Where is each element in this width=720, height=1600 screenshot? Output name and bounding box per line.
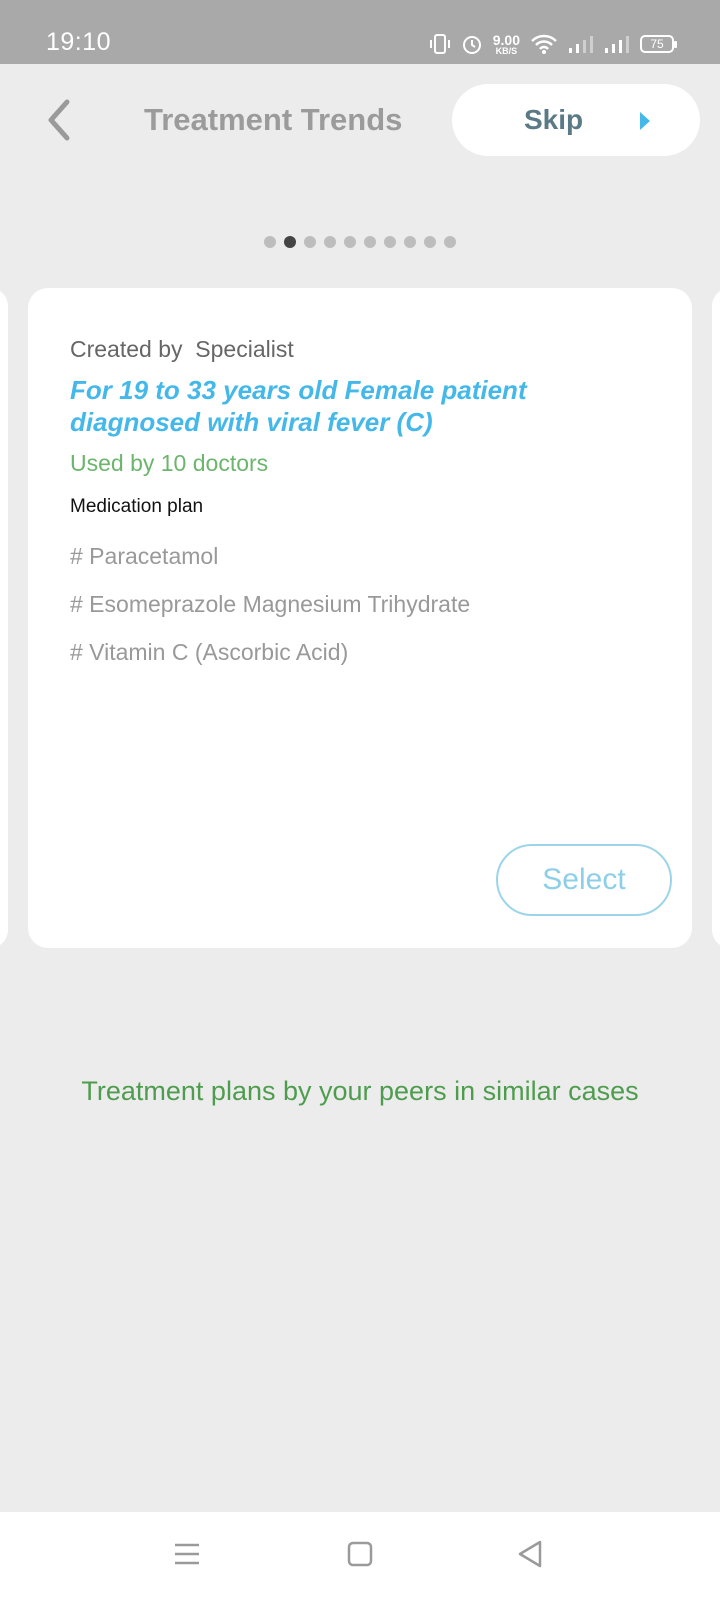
pagination-dots [264, 236, 456, 248]
page-dot[interactable] [384, 236, 396, 248]
alarm-icon [461, 33, 483, 55]
medication-item: # Paracetamol [70, 543, 219, 569]
page-dot[interactable] [364, 236, 376, 248]
battery-level: 75 [650, 37, 664, 51]
nav-back-button[interactable] [508, 1534, 552, 1578]
network-speed-unit: KB/S [495, 45, 518, 56]
wifi-icon [530, 33, 558, 55]
vibrate-icon [429, 33, 451, 55]
triangle-back-icon [516, 1539, 544, 1574]
medication-item: # Esomeprazole Magnesium Trihydrate [70, 591, 471, 617]
back-button[interactable] [32, 96, 84, 148]
network-speed: 9.00 KB/S [493, 33, 520, 56]
page-dot[interactable] [304, 236, 316, 248]
carousel-caption: Treatment plans by your peers in similar… [81, 1076, 639, 1106]
caret-right-icon [638, 110, 652, 137]
status-time: 19:10 [46, 28, 112, 56]
treatment-plan-card: Created by Specialist For 19 to 33 years… [28, 288, 692, 948]
signal-icon-2 [604, 34, 630, 54]
system-navigation-bar [0, 1512, 720, 1600]
page-dot-active[interactable] [284, 236, 296, 248]
menu-icon [173, 1541, 201, 1572]
nav-menu-button[interactable] [165, 1534, 209, 1578]
status-icons: 9.00 KB/S 75 [429, 30, 677, 58]
page-dot[interactable] [444, 236, 456, 248]
page-dot[interactable] [344, 236, 356, 248]
status-bar: 19:10 9.00 KB/S 75 [0, 0, 720, 64]
page-dot[interactable] [264, 236, 276, 248]
select-button[interactable]: Select [496, 844, 672, 916]
network-speed-value: 9.00 [492, 31, 520, 48]
medication-item: # Vitamin C (Ascorbic Acid) [70, 639, 349, 665]
page-title: Treatment Trends [144, 102, 403, 137]
next-card-peek[interactable] [712, 288, 720, 948]
signal-icon [568, 34, 594, 54]
square-home-icon [346, 1540, 374, 1573]
skip-label: Skip [524, 104, 584, 135]
medication-list: # Paracetamol # Esomeprazole Magnesium T… [70, 542, 470, 686]
treatment-trends-screen: 19:10 9.00 KB/S 75 Treatment Trends Skip… [0, 0, 720, 1600]
battery-indicator: 75 [640, 35, 677, 53]
page-dot[interactable] [424, 236, 436, 248]
page-dot[interactable] [404, 236, 416, 248]
created-by-label: Created by Specialist [70, 336, 294, 362]
chevron-left-icon [43, 98, 73, 147]
skip-button[interactable]: Skip [452, 84, 700, 156]
medication-plan-heading: Medication plan [70, 496, 204, 517]
page-dot[interactable] [324, 236, 336, 248]
case-title: For 19 to 33 years old Female patient di… [70, 375, 527, 437]
previous-card-peek[interactable] [0, 288, 8, 948]
nav-home-button[interactable] [338, 1534, 382, 1578]
usage-count: Used by 10 doctors [70, 450, 269, 476]
